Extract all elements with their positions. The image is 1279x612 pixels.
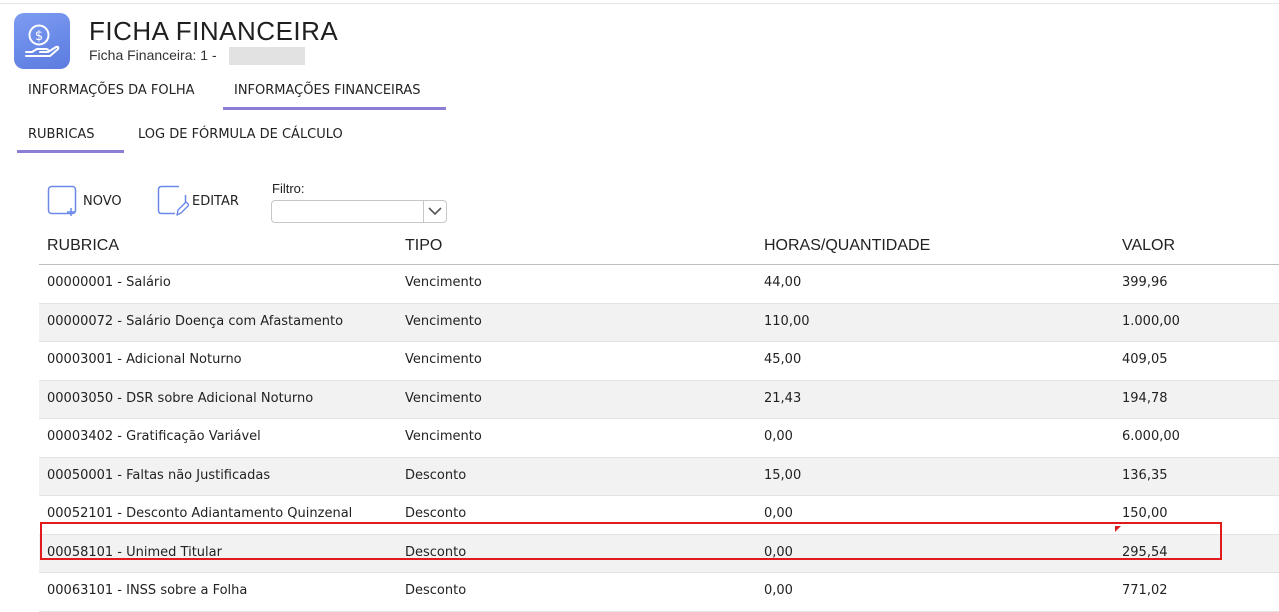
editar-label: EDITAR <box>192 194 239 209</box>
cell-valor: 6.000,00 <box>1122 429 1180 444</box>
cell-rubrica: 00000001 - Salário <box>47 275 171 290</box>
cell-horas: 0,00 <box>764 583 793 598</box>
cell-valor: 295,54 <box>1122 544 1168 560</box>
tab-informacoes-da-folha[interactable]: INFORMAÇÕES DA FOLHA <box>28 83 195 107</box>
cell-rubrica: 00003001 - Adicional Noturno <box>47 352 242 367</box>
filtro-select[interactable] <box>271 200 447 223</box>
column-header-rubrica[interactable]: RUBRICA <box>47 237 119 255</box>
tab-rubricas[interactable]: RUBRICAS <box>28 127 95 142</box>
table-row[interactable]: 00063101 - INSS sobre a Folha Desconto 0… <box>39 573 1279 612</box>
table-row[interactable]: 00000072 - Salário Doença com Afastament… <box>39 303 1279 342</box>
table-header: RUBRICA TIPO HORAS/QUANTIDADE VALOR <box>39 230 1279 265</box>
cell-tipo: Desconto <box>405 583 467 598</box>
table-row-highlighted[interactable]: 00058101 - Unimed Titular Desconto 0,00 … <box>39 534 1279 573</box>
add-document-icon <box>47 185 79 221</box>
cell-tipo: Vencimento <box>405 429 482 444</box>
redacted-name <box>229 47 305 65</box>
cell-tipo: Vencimento <box>405 390 482 406</box>
table-row[interactable]: 00003001 - Adicional Noturno Vencimento … <box>39 342 1279 381</box>
page-title: FICHA FINANCEIRA <box>89 16 339 46</box>
cell-rubrica: 00003050 - DSR sobre Adicional Noturno <box>47 390 314 406</box>
cell-valor: 194,78 <box>1122 390 1168 406</box>
cell-tipo: Vencimento <box>405 352 482 367</box>
cell-rubrica: 00003402 - Gratificação Variável <box>47 429 261 444</box>
cell-valor: 771,02 <box>1122 583 1168 598</box>
cell-horas: 21,43 <box>764 390 802 406</box>
cell-rubrica: 00052101 - Desconto Adiantamento Quinzen… <box>47 506 353 521</box>
cell-horas: 0,00 <box>764 544 793 560</box>
table-body: 00000001 - Salário Vencimento 44,00 399,… <box>39 265 1279 612</box>
table-row[interactable]: 00050001 - Faltas não Justificadas Desco… <box>39 457 1279 496</box>
filtro-label: Filtro: <box>272 181 305 196</box>
cell-rubrica: 00050001 - Faltas não Justificadas <box>47 467 271 483</box>
table-row[interactable]: 00003050 - DSR sobre Adicional Noturno V… <box>39 380 1279 419</box>
rubricas-table: RUBRICA TIPO HORAS/QUANTIDADE VALOR 0000… <box>39 230 1279 612</box>
column-header-tipo[interactable]: TIPO <box>405 237 442 255</box>
tab-log-formula-calculo[interactable]: LOG DE FÓRMULA DE CÁLCULO <box>138 127 343 142</box>
svg-text:$: $ <box>35 29 43 44</box>
active-tab-indicator <box>223 107 446 110</box>
cell-tipo: Desconto <box>405 506 467 521</box>
page-subtitle: Ficha Financeira: 1 - <box>89 47 217 63</box>
cell-horas: 110,00 <box>764 313 810 329</box>
cell-horas: 45,00 <box>764 352 802 367</box>
cell-valor: 409,05 <box>1122 352 1168 367</box>
cell-horas: 0,00 <box>764 506 793 521</box>
active-subtab-indicator <box>17 150 124 153</box>
column-header-horas-quantidade[interactable]: HORAS/QUANTIDADE <box>764 237 930 255</box>
cell-tipo: Desconto <box>405 467 467 483</box>
cell-valor: 136,35 <box>1122 467 1168 483</box>
cell-valor: 150,00 <box>1122 506 1168 521</box>
cell-tipo: Vencimento <box>405 275 482 290</box>
cell-valor: 399,96 <box>1122 275 1168 290</box>
money-hand-icon: $ <box>14 13 70 69</box>
editar-button[interactable]: EDITAR <box>157 185 247 217</box>
cell-rubrica: 00063101 - INSS sobre a Folha <box>47 583 248 598</box>
top-divider <box>0 3 1279 4</box>
cell-horas: 15,00 <box>764 467 802 483</box>
column-header-valor[interactable]: VALOR <box>1122 237 1175 255</box>
cell-valor: 1.000,00 <box>1122 313 1180 329</box>
cell-horas: 44,00 <box>764 275 802 290</box>
novo-button[interactable]: NOVO <box>47 185 127 217</box>
novo-label: NOVO <box>83 194 122 209</box>
cell-rubrica: 00000072 - Salário Doença com Afastament… <box>47 313 344 329</box>
chevron-down-icon[interactable] <box>423 201 446 222</box>
tab-informacoes-financeiras[interactable]: INFORMAÇÕES FINANCEIRAS <box>234 83 421 107</box>
table-row[interactable]: 00052101 - Desconto Adiantamento Quinzen… <box>39 496 1279 535</box>
cell-horas: 0,00 <box>764 429 793 444</box>
table-row[interactable]: 00003402 - Gratificação Variável Vencime… <box>39 419 1279 458</box>
cell-rubrica: 00058101 - Unimed Titular <box>47 544 222 560</box>
cell-tipo: Vencimento <box>405 313 482 329</box>
edit-document-icon <box>157 185 190 221</box>
comment-indicator <box>1115 526 1121 532</box>
table-row[interactable]: 00000001 - Salário Vencimento 44,00 399,… <box>39 265 1279 304</box>
cell-tipo: Desconto <box>405 544 467 560</box>
